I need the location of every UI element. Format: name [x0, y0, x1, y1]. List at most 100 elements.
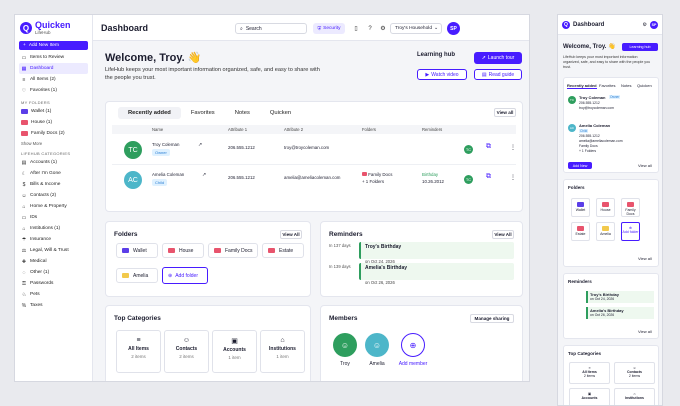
more-options-icon[interactable]: ⋮ — [510, 144, 516, 151]
contact-avatar: TC — [124, 141, 142, 159]
sidebar-category-item[interactable]: ◌ Other (1) — [15, 267, 92, 278]
reminder-item[interactable]: Amelia's Birthday on Oct 26, 2026 — [359, 263, 514, 285]
open-external-icon[interactable]: ↗ — [202, 172, 206, 178]
sidebar-category-item[interactable]: ▭ IDs — [15, 212, 92, 223]
folder-icon — [21, 109, 28, 114]
sidebar-item-all-items[interactable]: ≡ All Items (2) — [15, 74, 92, 85]
folder-family-docs[interactable]: Family Docs — [208, 243, 258, 258]
mobile-tab-favorites[interactable]: Favorites — [599, 83, 615, 88]
category-accounts[interactable]: ▣ Accounts — [569, 388, 610, 405]
open-external-icon[interactable]: ↗ — [198, 142, 202, 148]
sidebar-category-item[interactable]: $ Bills & Income — [15, 179, 92, 190]
reminder-item[interactable]: Troy's Birthday on Oct 24, 2026 — [586, 291, 654, 303]
launch-tour-button[interactable]: ➚ Launch tour — [474, 52, 522, 64]
mobile-tab-quicken[interactable]: Quicken — [637, 83, 652, 88]
folder-estate[interactable]: Estate — [571, 222, 590, 241]
sidebar-category-item[interactable]: ✚ Medical — [15, 256, 92, 267]
sidebar-category-item[interactable]: ▤ Accounts (1) — [15, 157, 92, 168]
folder-wallet[interactable]: Wallet — [571, 198, 590, 217]
sidebar-category-item[interactable]: ☂ Insurance — [15, 234, 92, 245]
mobile-tab-recent[interactable]: Recently added — [567, 83, 597, 89]
reminder-item[interactable]: Troy's Birthday on Oct 24, 2026 — [359, 242, 514, 264]
avatar[interactable]: SP — [447, 22, 460, 35]
person-icon: ☺ — [372, 340, 382, 350]
folder-house[interactable]: House — [162, 243, 204, 258]
sidebar-category-item[interactable]: ⌂ Home & Property — [15, 201, 92, 212]
avatar[interactable]: SP — [650, 20, 658, 29]
tab-favorites[interactable]: Favorites — [181, 107, 225, 119]
tab-recently-added[interactable]: Recently added — [118, 107, 181, 119]
gear-icon[interactable]: ⚙ — [378, 23, 388, 34]
mobile-view-all-button[interactable]: View all — [638, 163, 652, 168]
sidebar-item-review[interactable]: ▭ Items to Review — [15, 52, 92, 63]
read-guide-button[interactable]: ▤ Read guide — [474, 69, 522, 80]
watch-video-button[interactable]: ▶ Watch video — [417, 69, 467, 80]
category-accounts[interactable]: ▣ Accounts 1 item — [212, 330, 257, 373]
household-selector[interactable]: Troy's Household ⌄ — [390, 23, 442, 34]
reminders-view-all-button[interactable]: View All — [492, 230, 514, 239]
mobile-page-title: Dashboard — [573, 21, 605, 28]
sidebar-folder-wallet[interactable]: Wallet (1) — [15, 106, 92, 117]
welcome-subtitle: LifeHub keeps your most important inform… — [105, 67, 320, 81]
mobile-learning-hub-button[interactable]: Learning hub — [622, 43, 658, 51]
folder-amelia[interactable]: Amelia — [116, 268, 158, 283]
reminder-item[interactable]: Amelia's Birthday on Oct 26, 2026 — [586, 307, 654, 319]
folder-estate[interactable]: Estate — [262, 243, 304, 258]
add-new-item-button[interactable]: + Add New Item — [19, 41, 88, 50]
sidebar-category-item[interactable]: ☾ After I'm Gone — [15, 168, 92, 179]
search-input[interactable]: ⌕ Search — [235, 23, 307, 34]
mobile-reminders-title: Reminders — [568, 279, 592, 284]
mobile-contact-name[interactable]: Troy Coleman — [579, 95, 605, 100]
category-all-items[interactable]: ≡ All Items 2 items — [116, 330, 161, 373]
folder-amelia[interactable]: Amelia — [596, 222, 615, 241]
category-contacts[interactable]: ☺ Contacts 2 items — [164, 330, 209, 373]
sidebar-category-item[interactable]: ☺ Contacts (2) — [15, 190, 92, 201]
show-more-link[interactable]: Show More — [15, 139, 92, 147]
mobile-folders-card: Folders Wallet House Family Docs Estate … — [563, 179, 659, 267]
sidebar-category-item[interactable]: ⚿ Passwords — [15, 278, 92, 289]
shared-avatar: TC — [464, 175, 473, 184]
sidebar-folder-house[interactable]: House (1) — [15, 117, 92, 128]
mobile-contact-name[interactable]: Amelia Coleman — [579, 123, 610, 128]
member-amelia[interactable]: ☺ — [365, 333, 389, 357]
share-icon[interactable]: ⧉ — [486, 143, 491, 151]
mobile-view-all-button[interactable]: View all — [638, 256, 652, 261]
table-row[interactable]: TC Troy Coleman Owner ↗ 206.555.1212 troy… — [112, 135, 516, 165]
add-folder-button[interactable]: ⊕ Add folder — [621, 222, 640, 241]
help-icon[interactable]: ? — [365, 23, 375, 34]
tab-quicken[interactable]: Quicken — [260, 107, 301, 119]
folder-wallet[interactable]: Wallet — [116, 243, 158, 258]
category-all-items[interactable]: ≡ All Items 2 items — [569, 362, 610, 384]
manage-sharing-button[interactable]: Manage sharing — [470, 314, 514, 323]
mobile-add-new-button[interactable]: Add New — [568, 162, 592, 169]
app-subname: LifeHub — [35, 30, 51, 35]
folder-icon — [21, 131, 28, 136]
category-institutions[interactable]: ⌂ Institutions 1 item — [260, 330, 305, 373]
mobile-tab-notes[interactable]: Notes — [621, 83, 631, 88]
sidebar-category-item[interactable]: % Taxes — [15, 300, 92, 311]
member-troy[interactable]: ☺ — [333, 333, 357, 357]
category-institutions[interactable]: ⌂ Institutions — [614, 388, 655, 405]
share-icon[interactable]: ⧉ — [486, 173, 491, 181]
folder-family-docs[interactable]: Family Docs — [621, 198, 640, 217]
mobile-view-all-button[interactable]: View all — [638, 329, 652, 334]
folders-view-all-button[interactable]: View All — [280, 230, 302, 239]
gear-icon[interactable]: ⚙ — [643, 22, 647, 28]
category-contacts[interactable]: ☺ Contacts 2 items — [614, 362, 655, 384]
recent-view-all-button[interactable]: View all — [494, 108, 516, 117]
sidebar-category-item[interactable]: ⌂ Institutions (1) — [15, 223, 92, 234]
add-folder-button[interactable]: ⊕ Add folder — [162, 267, 208, 284]
sidebar-item-dashboard[interactable]: ▦ Dashboard — [19, 63, 88, 74]
table-row[interactable]: AC Amelia Coleman Child ↗ 206.555.1212 am… — [112, 165, 516, 195]
logo[interactable]: Q Quicken LifeHub — [15, 19, 92, 39]
sidebar-category-item[interactable]: ⚖ Legal, Will & Trust — [15, 245, 92, 256]
sidebar-folder-family-docs[interactable]: Family Docs (2) — [15, 128, 92, 139]
tab-notes[interactable]: Notes — [225, 107, 260, 119]
sidebar-item-favorites[interactable]: ♡ Favorites (1) — [15, 85, 92, 96]
device-icon[interactable]: ▯ — [351, 23, 361, 34]
folder-house[interactable]: House — [596, 198, 615, 217]
more-options-icon[interactable]: ⋮ — [510, 174, 516, 181]
sidebar-category-item[interactable]: ♘ Pets — [15, 289, 92, 300]
security-button[interactable]: ⛨ Security — [313, 23, 345, 34]
add-member-button[interactable]: ⊕ — [401, 333, 425, 357]
